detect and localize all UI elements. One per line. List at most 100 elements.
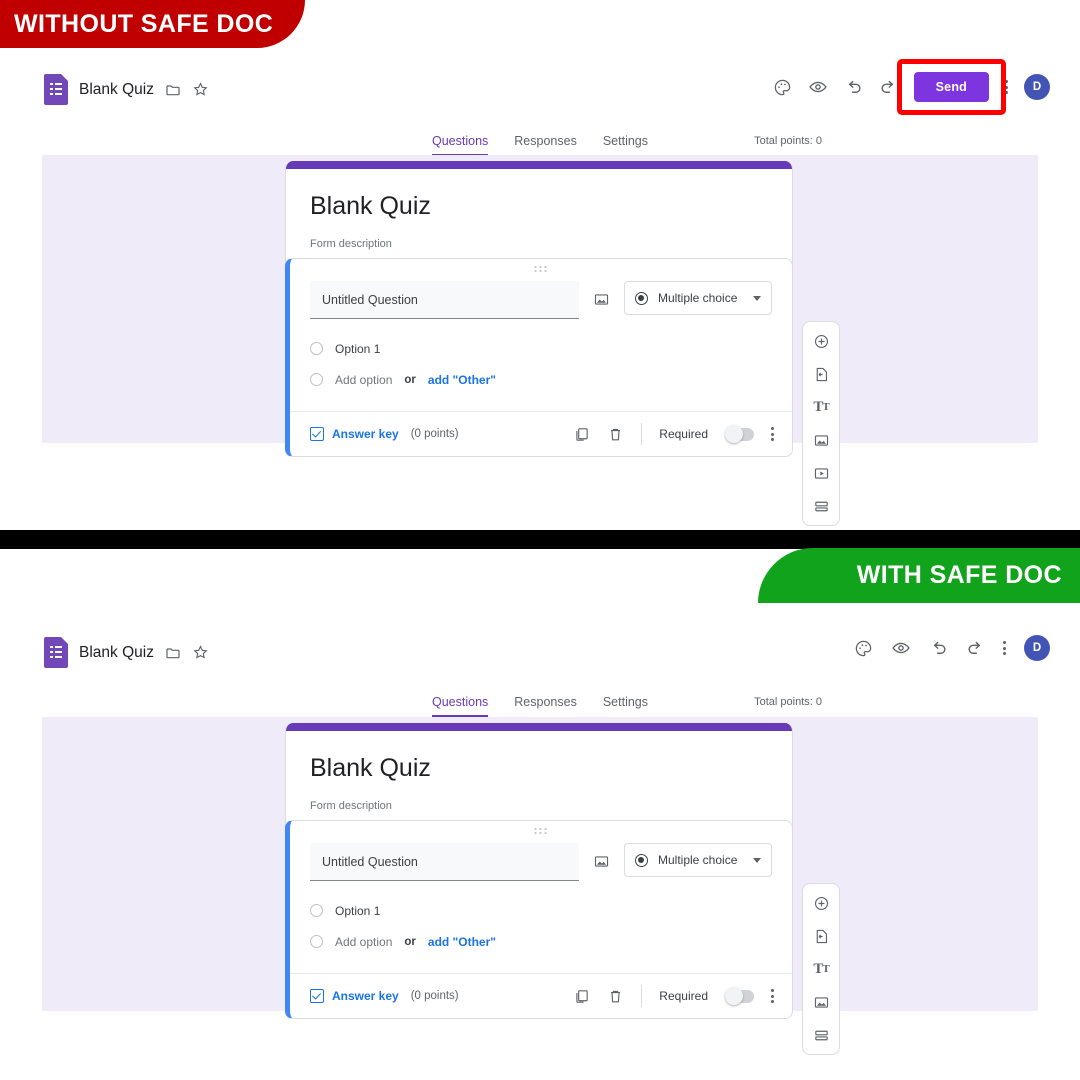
tab-responses[interactable]: Responses: [514, 695, 577, 717]
question-type-select[interactable]: Multiple choice: [624, 843, 772, 877]
add-image-icon[interactable]: [811, 992, 831, 1012]
google-forms-icon: [44, 74, 68, 105]
add-option-row[interactable]: Add option or add "Other": [290, 926, 792, 957]
comparison-page: Blank Quiz Send D Questions Responses Se…: [0, 0, 1080, 1080]
palette-icon[interactable]: [773, 78, 792, 97]
more-vertical-icon[interactable]: [1003, 641, 1006, 655]
document-title[interactable]: Blank Quiz: [79, 81, 154, 99]
form-header-card-without[interactable]: Blank Quiz Form description: [285, 161, 793, 271]
avatar[interactable]: D: [1024, 635, 1050, 661]
tab-questions[interactable]: Questions: [432, 134, 489, 156]
answer-key-label: Answer key: [332, 427, 399, 441]
radio-button-icon: [635, 291, 648, 305]
tab-questions[interactable]: Questions: [432, 695, 489, 717]
undo-icon[interactable]: [929, 639, 948, 658]
import-questions-icon[interactable]: [811, 364, 831, 384]
google-forms-icon: [44, 637, 68, 668]
add-question-icon[interactable]: [811, 331, 831, 351]
question-footer-with: Answer key (0 points) Required: [290, 973, 792, 1018]
option-row[interactable]: Option 1: [290, 895, 792, 926]
add-title-icon[interactable]: TT: [811, 397, 831, 417]
undo-icon[interactable]: [844, 78, 863, 97]
document-title[interactable]: Blank Quiz: [79, 644, 154, 662]
duplicate-icon[interactable]: [573, 988, 590, 1005]
add-title-icon[interactable]: TT: [811, 959, 831, 979]
option-row[interactable]: Option 1: [290, 333, 792, 364]
answer-key-button[interactable]: Answer key: [310, 989, 399, 1003]
eye-preview-icon[interactable]: [891, 638, 911, 658]
forms-app-with-safe-doc: Blank Quiz D Questions Responses Setting…: [0, 625, 1080, 1055]
form-title[interactable]: Blank Quiz: [310, 754, 768, 783]
side-toolbar-without: TT: [802, 321, 840, 526]
drag-handle-icon[interactable]: [533, 827, 549, 834]
add-question-icon[interactable]: [811, 893, 831, 913]
question-footer-actions: Required: [573, 423, 774, 445]
folder-icon[interactable]: [165, 645, 181, 661]
option-label[interactable]: Option 1: [335, 342, 380, 356]
image-icon[interactable]: [593, 291, 610, 308]
top-toolbar-without: Blank Quiz Send D: [0, 59, 1080, 124]
trash-icon[interactable]: [607, 426, 624, 443]
palette-icon[interactable]: [854, 639, 873, 658]
star-icon[interactable]: [192, 81, 209, 98]
redo-icon[interactable]: [879, 78, 898, 97]
send-button-wrapper: Send: [896, 59, 1006, 115]
add-option-label[interactable]: Add option: [335, 373, 392, 387]
add-section-icon[interactable]: [811, 496, 831, 516]
toolbar-actions-without: Send D: [773, 59, 1050, 115]
redo-icon[interactable]: [966, 639, 985, 658]
question-type-select[interactable]: Multiple choice: [624, 281, 772, 315]
more-vertical-icon[interactable]: [1005, 80, 1008, 94]
form-description[interactable]: Form description: [310, 238, 768, 250]
tabs-without: Questions Responses Settings: [432, 134, 648, 156]
tab-settings[interactable]: Settings: [603, 134, 648, 156]
form-header-card-with[interactable]: Blank Quiz Form description: [285, 723, 793, 833]
options-list: Option 1 Add option or add "Other": [290, 319, 792, 411]
question-card-without[interactable]: Untitled Question Multiple choice Option…: [285, 258, 793, 457]
more-vertical-icon[interactable]: [771, 427, 774, 441]
option-radio-icon: [310, 904, 323, 917]
side-toolbar-with: TT: [802, 883, 840, 1055]
option-label[interactable]: Option 1: [335, 904, 380, 918]
more-vertical-icon[interactable]: [771, 989, 774, 1003]
add-option-label[interactable]: Add option: [335, 935, 392, 949]
add-other-link[interactable]: add "Other": [428, 373, 496, 387]
drag-handle-icon[interactable]: [533, 265, 549, 272]
question-text-input[interactable]: Untitled Question: [310, 281, 579, 319]
banner-with-label: WITH SAFE DOC: [856, 561, 1062, 589]
chevron-down-icon: [753, 295, 761, 301]
required-toggle[interactable]: [725, 987, 754, 1005]
radio-button-icon: [635, 853, 648, 867]
tabs-with: Questions Responses Settings: [432, 695, 648, 717]
question-card-with[interactable]: Untitled Question Multiple choice Option…: [285, 820, 793, 1019]
forms-app-without-safe-doc: Blank Quiz Send D Questions Responses Se…: [0, 59, 1080, 526]
options-list: Option 1 Add option or add "Other": [290, 881, 792, 973]
folder-icon[interactable]: [165, 82, 181, 98]
brand-area-without: Blank Quiz: [44, 74, 209, 105]
banner-without-label: WITHOUT SAFE DOC: [14, 9, 274, 38]
add-video-icon[interactable]: [811, 463, 831, 483]
or-label: or: [404, 373, 416, 386]
duplicate-icon[interactable]: [573, 426, 590, 443]
question-footer-without: Answer key (0 points) Required: [290, 411, 792, 456]
add-other-link[interactable]: add "Other": [428, 935, 496, 949]
add-option-row[interactable]: Add option or add "Other": [290, 364, 792, 395]
form-description[interactable]: Form description: [310, 800, 768, 812]
add-section-icon[interactable]: [811, 1025, 831, 1045]
eye-preview-icon[interactable]: [808, 77, 828, 97]
tab-settings[interactable]: Settings: [603, 695, 648, 717]
answer-key-button[interactable]: Answer key: [310, 427, 399, 441]
import-questions-icon[interactable]: [811, 926, 831, 946]
star-icon[interactable]: [192, 644, 209, 661]
trash-icon[interactable]: [607, 988, 624, 1005]
form-title[interactable]: Blank Quiz: [310, 192, 768, 221]
avatar[interactable]: D: [1024, 74, 1050, 100]
answer-key-checkbox-icon: [310, 989, 324, 1003]
required-toggle[interactable]: [725, 425, 754, 443]
send-button[interactable]: Send: [913, 72, 989, 102]
add-image-icon[interactable]: [811, 430, 831, 450]
image-icon[interactable]: [593, 853, 610, 870]
question-footer-actions: Required: [573, 985, 774, 1007]
tab-responses[interactable]: Responses: [514, 134, 577, 156]
question-text-input[interactable]: Untitled Question: [310, 843, 579, 881]
